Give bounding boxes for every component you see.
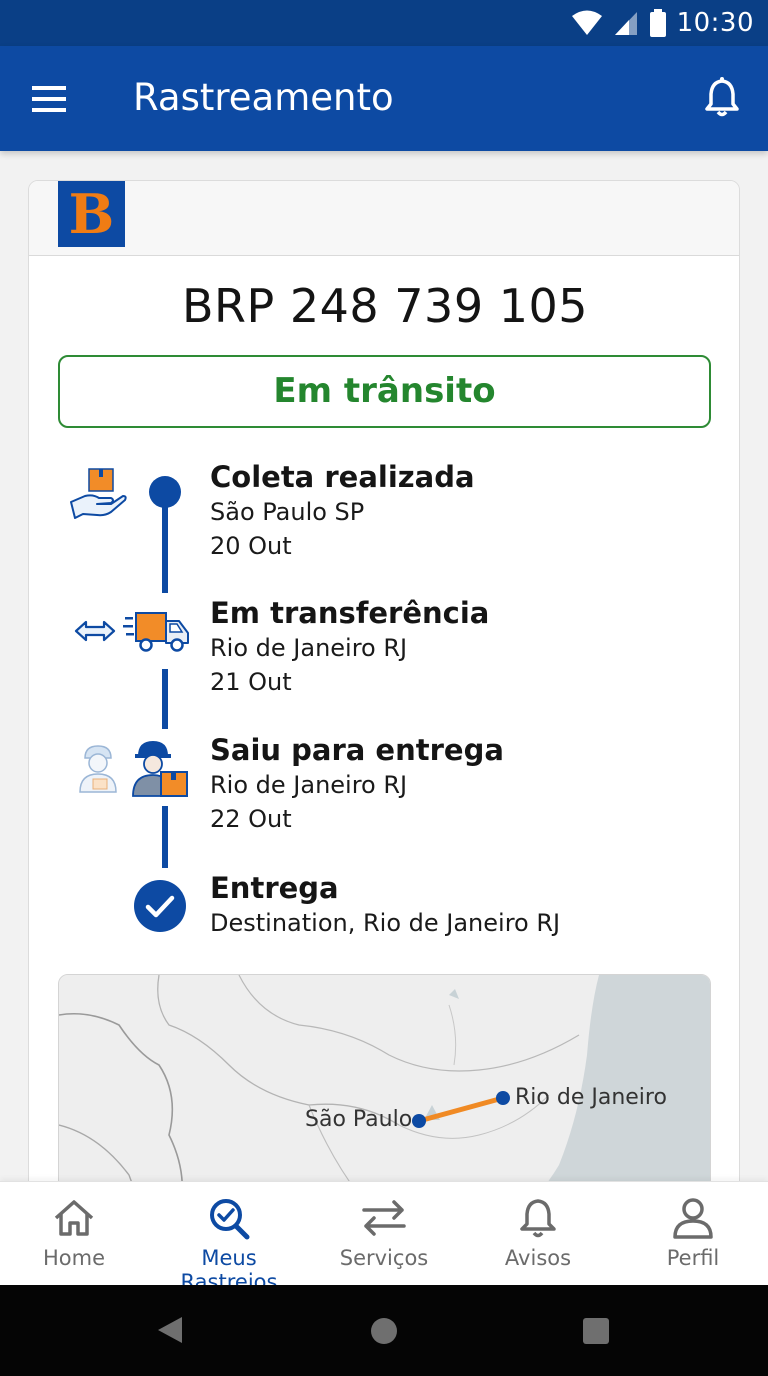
tracking-card: B BRP 248 739 105 Em trânsito Coleta rea… — [28, 180, 740, 1300]
recents-square-icon[interactable] — [582, 1317, 610, 1345]
nav-label: Home — [42, 1246, 105, 1270]
nav-label: Perfil — [666, 1246, 720, 1270]
back-icon[interactable] — [156, 1315, 184, 1345]
timeline-connector — [162, 669, 168, 729]
swap-arrows-icon — [362, 1200, 406, 1236]
nav-label: Serviços — [339, 1246, 429, 1270]
clock: 10:30 — [676, 8, 754, 38]
nav-meus-rastreios[interactable]: Meus Rastreios — [152, 1182, 306, 1294]
delivery-truck-icon — [123, 612, 189, 652]
nav-servicos[interactable]: Serviços — [307, 1182, 461, 1286]
hand-package-icon — [70, 468, 127, 519]
timeline-event-out-for-delivery: Saiu para entrega Rio de Janeiro RJ 22 O… — [210, 732, 504, 836]
transfer-arrows-icon — [74, 620, 116, 642]
event-title: Saiu para entrega — [210, 733, 504, 767]
app-bar: Rastreamento — [0, 46, 768, 151]
event-location: Rio de Janeiro RJ — [210, 771, 408, 799]
event-title: Entrega — [210, 871, 339, 905]
signal-icon — [614, 12, 637, 35]
delivered-check-icon — [134, 880, 186, 932]
card-header: B — [29, 181, 739, 256]
bell-icon — [520, 1199, 556, 1238]
tracking-number: BRP 248 739 105 — [181, 279, 589, 333]
event-title: Coleta realizada — [210, 460, 475, 494]
nav-perfil[interactable]: Perfil — [616, 1182, 768, 1286]
event-location: São Paulo SP — [210, 498, 365, 526]
event-location: Destination, Rio de Janeiro RJ — [210, 909, 561, 937]
timeline-event-transfer: Em transferência Rio de Janeiro RJ 21 Ou… — [210, 595, 489, 699]
event-date: 20 Out — [210, 532, 292, 560]
map-label-destination: Rio de Janeiro — [515, 1085, 667, 1110]
courier-faded-icon — [79, 745, 117, 793]
event-location: Rio de Janeiro RJ — [210, 634, 408, 662]
status-bar: 10:30 — [0, 0, 768, 46]
wifi-icon — [571, 10, 602, 35]
battery-icon — [649, 9, 666, 37]
nav-home[interactable]: Home — [0, 1182, 151, 1286]
timeline-event-pickup: Coleta realizada São Paulo SP 20 Out — [210, 459, 475, 563]
nav-avisos[interactable]: Avisos — [461, 1182, 615, 1286]
courier-package-icon — [132, 741, 188, 797]
menu-icon[interactable] — [26, 78, 74, 120]
timeline-dot — [149, 476, 181, 508]
home-circle-icon[interactable] — [369, 1316, 399, 1346]
event-date: 21 Out — [210, 668, 292, 696]
timeline-event-delivery: Entrega Destination, Rio de Janeiro RJ — [210, 870, 560, 940]
person-icon — [673, 1198, 713, 1239]
status-badge: Em trânsito — [58, 355, 711, 428]
bottom-navigation: Home Meus Rastreios Serviços Avisos Perf… — [0, 1181, 768, 1294]
search-check-icon — [210, 1199, 250, 1240]
page-title: Rastreamento — [133, 76, 394, 119]
map-label-origin: São Paulo — [305, 1107, 413, 1132]
timeline-connector — [162, 806, 168, 868]
event-date: 22 Out — [210, 805, 292, 833]
notifications-bell-icon[interactable] — [698, 74, 746, 122]
nav-label: Avisos — [504, 1246, 572, 1270]
event-title: Em transferência — [210, 596, 490, 630]
timeline-connector — [162, 493, 168, 593]
home-icon — [54, 1200, 94, 1236]
system-navigation-bar — [0, 1285, 768, 1376]
carrier-logo: B — [58, 181, 125, 247]
